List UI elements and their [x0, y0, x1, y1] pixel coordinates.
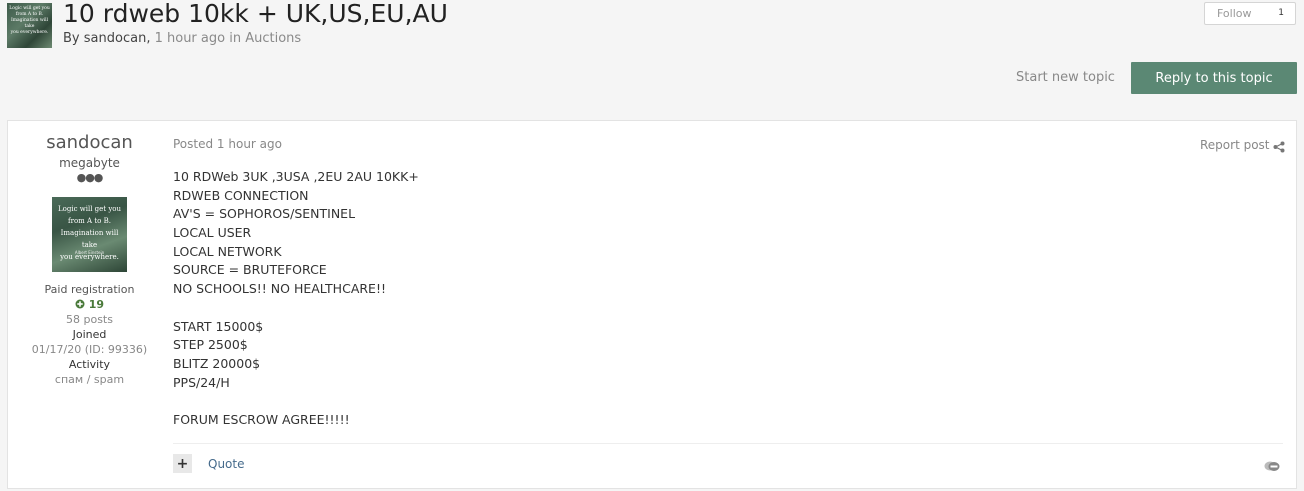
post-content-line: [173, 299, 419, 318]
author-group: Paid registration: [44, 283, 135, 296]
post-timestamp: Posted 1 hour ago: [173, 137, 282, 151]
post-divider: [173, 443, 1283, 444]
joined-value: 01/17/20 (ID: 99336): [31, 343, 148, 356]
author-reputation: 19: [8, 298, 171, 311]
reply-to-topic-button[interactable]: Reply to this topic: [1131, 62, 1297, 94]
post-content-line: NO SCHOOLS!! NO HEALTHCARE!!: [173, 281, 386, 297]
byline-prefix: By: [63, 31, 80, 46]
activity-label: Activity: [68, 358, 111, 371]
post-content-line: LOCAL NETWORK: [173, 243, 282, 259]
byline-comma: ,: [146, 31, 151, 46]
avatar-signature: Albert Einstein: [74, 250, 105, 255]
post-content-line: PPS/24/H: [173, 374, 230, 390]
post-content-line: [173, 392, 419, 411]
report-post-link[interactable]: Report post: [1200, 138, 1270, 152]
joined-label: Joined: [72, 328, 107, 341]
share-icon[interactable]: [1273, 138, 1285, 153]
topic-title: 10 rdweb 10kk + UK,US,EU,AU: [63, 0, 448, 28]
post-content-line: SOURCE = BRUTEFORCE: [173, 262, 327, 278]
follow-count: 1: [1278, 8, 1284, 18]
topic-thumbnail[interactable]: Logic will get you from A to B. Imaginat…: [7, 3, 52, 48]
byline-author-link[interactable]: sandocan: [84, 31, 147, 46]
activity-value: спам / spam: [54, 373, 125, 386]
author-name-link[interactable]: sandocan: [8, 132, 171, 153]
topic-thumbnail-text: Logic will get you from A to B. Imaginat…: [9, 6, 50, 35]
post-container: sandocan megabyte ●●● Logic will get you…: [7, 120, 1297, 489]
post-content-line: RDWEB CONNECTION: [173, 187, 309, 203]
author-rank: megabyte: [59, 156, 120, 170]
author-avatar[interactable]: Logic will get you from A to B. Imaginat…: [52, 197, 127, 272]
post-content-line: FORUM ESCROW AGREE!!!!!: [173, 411, 350, 427]
post-content-line: BLITZ 20000$: [173, 355, 261, 371]
start-new-topic-button[interactable]: Start new topic: [1016, 70, 1115, 85]
plus-circle-icon: [75, 298, 89, 311]
reaction-icon[interactable]: [1264, 457, 1280, 471]
post-content-line: 10 RDWeb 3UK ,3USA ,2EU 2AU 10KK+: [173, 169, 419, 184]
topic-byline: By sandocan, 1 hour ago in Auctions: [63, 31, 301, 46]
byline-in: in: [229, 31, 242, 46]
byline-forum-link[interactable]: Auctions: [245, 31, 301, 46]
post-content-line: START 15000$: [173, 318, 264, 334]
follow-label: Follow: [1217, 7, 1252, 20]
plus-icon[interactable]: +: [173, 454, 192, 473]
byline-time: 1 hour ago: [154, 31, 226, 46]
rank-dots-icon: ●●●: [76, 171, 104, 184]
author-post-count: 58 posts: [66, 313, 113, 326]
follow-button[interactable]: Follow 1: [1204, 2, 1296, 25]
post-content: 10 RDWeb 3UK ,3USA ,2EU 2AU 10KK+ RDWEB C…: [173, 168, 419, 430]
quote-button[interactable]: Quote: [208, 457, 244, 471]
reputation-value: 19: [88, 298, 105, 311]
post-content-line: AV'S = SOPHOROS/SENTINEL: [173, 206, 356, 222]
post-content-line: LOCAL USER: [173, 225, 252, 241]
post-content-line: STEP 2500$: [173, 337, 248, 353]
